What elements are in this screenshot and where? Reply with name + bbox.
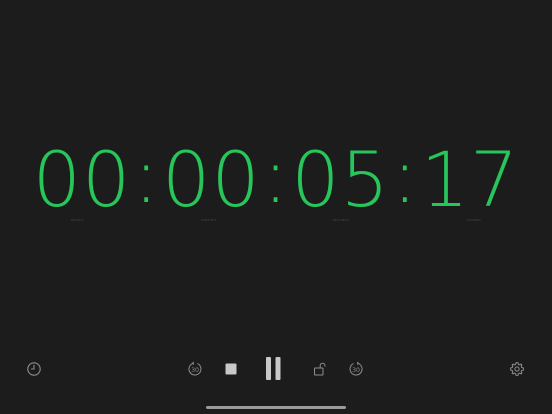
gear-icon — [510, 362, 524, 376]
pause-button[interactable] — [261, 357, 285, 381]
seconds-label: SECONDS — [332, 218, 350, 222]
timer-screen: 00:00:05:17 HOURS MINUTES SECONDS FRAMES… — [0, 0, 552, 414]
forward-30-value: 30 — [352, 367, 360, 374]
lock-button[interactable] — [308, 357, 332, 381]
rewind-30-icon: 30 — [188, 361, 202, 376]
hours-digits: 00 — [32, 135, 132, 224]
forward-30-icon: 30 — [349, 361, 363, 376]
separator: : — [133, 131, 160, 220]
unlock-icon — [314, 362, 326, 376]
rewind-30-value: 30 — [191, 367, 199, 374]
settings-button[interactable] — [505, 357, 529, 381]
home-indicator[interactable] — [206, 406, 346, 409]
pause-icon — [266, 357, 281, 380]
forward-30-button[interactable]: 30 — [344, 357, 368, 381]
seconds-digits: 05 — [291, 135, 391, 224]
minutes-label: MINUTES — [201, 218, 217, 222]
history-button[interactable] — [22, 357, 46, 381]
timecode-display: 00:00:05:17 — [0, 134, 552, 224]
stop-button[interactable] — [219, 357, 243, 381]
rewind-30-button[interactable]: 30 — [183, 357, 207, 381]
separator: : — [262, 131, 290, 220]
hours-label: HOURS — [70, 218, 84, 222]
frames-digits: 17 — [420, 135, 520, 224]
minutes-digits: 00 — [161, 135, 261, 224]
frames-label: FRAMES — [467, 218, 481, 222]
stop-icon — [225, 363, 237, 375]
clock-history-icon — [27, 362, 41, 376]
separator: : — [392, 131, 419, 220]
